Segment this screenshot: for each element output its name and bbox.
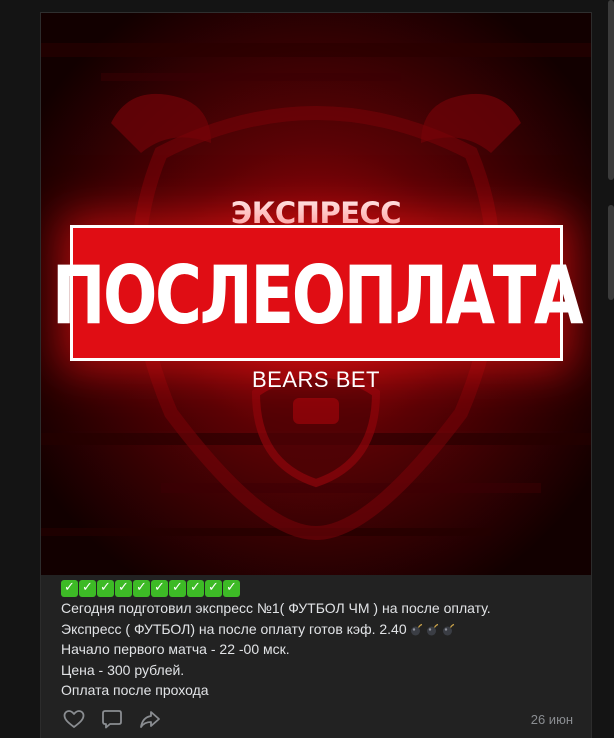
share-icon — [140, 711, 160, 728]
check-mark-emoji: ✓ — [223, 579, 240, 597]
check-mark-emoji: ✓ — [133, 579, 150, 597]
check-mark-emoji: ✓ — [169, 579, 186, 597]
post-line-5: Оплата после прохода — [61, 682, 209, 698]
page: ЭКСПРЕСС ПОСЛЕОПЛАТА BEARS BET ✓ ✓ ✓ ✓ ✓ ✓ ✓ ✓ ✓… — [0, 0, 614, 738]
like-button[interactable] — [61, 706, 87, 732]
post-line-2-text: Экспресс ( ФУТБОЛ) на после оплату готов… — [61, 620, 407, 637]
post-line-2: Экспресс ( ФУТБОЛ) на после оплату готов… — [61, 619, 581, 640]
check-mark-emoji: ✓ — [187, 579, 204, 597]
comment-icon — [102, 710, 122, 729]
share-button[interactable] — [137, 706, 163, 732]
post-text: ✓ ✓ ✓ ✓ ✓ ✓ ✓ ✓ ✓ ✓ Сегодня подготовил экспресс №… — [61, 578, 581, 701]
check-mark-emoji: ✓ — [115, 579, 132, 597]
heart-icon — [63, 710, 85, 728]
check-emoji-row: ✓ ✓ ✓ ✓ ✓ ✓ ✓ ✓ ✓ ✓ — [61, 578, 581, 598]
bomb-emoji-group — [410, 623, 455, 636]
post-actions: 26 июн — [61, 706, 573, 732]
check-mark-emoji: ✓ — [97, 579, 114, 597]
post-line-1: Сегодня подготовил экспресс №1( ФУТБОЛ Ч… — [61, 600, 491, 616]
poster-headline: ПОСЛЕОПЛАТА — [51, 248, 584, 342]
check-mark-emoji: ✓ — [79, 579, 96, 597]
post-image[interactable]: ЭКСПРЕСС ПОСЛЕОПЛАТА BEARS BET — [41, 13, 591, 575]
post-line-3: Начало первого матча - 22 -00 мск. — [61, 641, 290, 657]
scrollbar-thumb-lower[interactable] — [608, 205, 614, 300]
bomb-emoji — [442, 624, 454, 636]
scrollbar[interactable] — [606, 0, 614, 738]
comment-button[interactable] — [99, 706, 125, 732]
check-mark-emoji: ✓ — [61, 579, 78, 597]
bomb-emoji — [410, 624, 422, 636]
post-date[interactable]: 26 июн — [531, 712, 573, 727]
check-mark-emoji: ✓ — [205, 579, 222, 597]
bomb-emoji — [426, 624, 438, 636]
check-mark-emoji: ✓ — [151, 579, 168, 597]
poster-brand: BEARS BET — [252, 367, 380, 392]
scrollbar-thumb-upper[interactable] — [608, 0, 614, 180]
post-card: ЭКСПРЕСС ПОСЛЕОПЛАТА BEARS BET ✓ ✓ ✓ ✓ ✓ ✓ ✓ ✓ ✓… — [40, 12, 592, 738]
post-line-4: Цена - 300 рублей. — [61, 661, 185, 678]
